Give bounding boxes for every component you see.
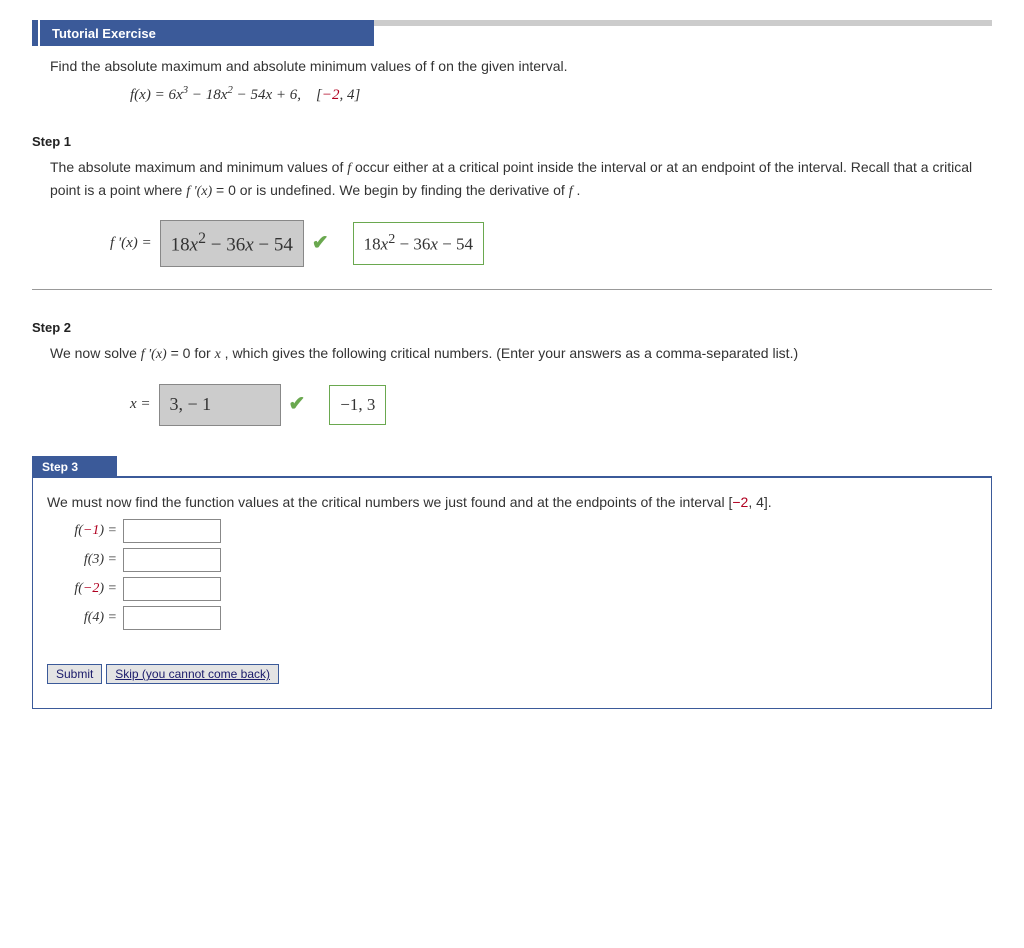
- function-value-row: f(3) =: [47, 548, 977, 572]
- step1-f-1: f: [347, 161, 351, 176]
- step1-fprime: f '(x): [186, 184, 212, 199]
- button-row: Submit Skip (you cannot come back): [47, 664, 977, 684]
- step1-lhs: f '(x) =: [110, 232, 152, 255]
- step2-answer-row: x = 3, − 1 ✔ −1, 3: [130, 384, 982, 426]
- check-icon: ✔: [312, 228, 329, 259]
- step2-label: Step 2: [32, 320, 992, 335]
- step2-text-1: We now solve: [50, 345, 141, 361]
- prompt-text: Find the absolute maximum and absolute m…: [50, 58, 982, 74]
- formula-part-1: f(x) = 6x: [130, 87, 183, 103]
- prompt-section: Find the absolute maximum and absolute m…: [50, 58, 982, 104]
- function-value-input[interactable]: [123, 548, 221, 572]
- prompt-formula: f(x) = 6x3 − 18x2 − 54x + 6, [−2, 4]: [130, 84, 982, 104]
- step2-text-3: , which gives the following critical num…: [225, 345, 798, 361]
- submit-button[interactable]: Submit: [47, 664, 102, 684]
- interval-open: [: [301, 87, 322, 103]
- formula-part-3: − 54x + 6,: [233, 87, 301, 103]
- step1-text-1: The absolute maximum and minimum values …: [50, 159, 347, 175]
- step2-correct-answer: −1, 3: [329, 385, 386, 425]
- exercise-header: Tutorial Exercise: [32, 20, 992, 46]
- step1-student-answer[interactable]: 18x2 − 36x − 54: [160, 220, 304, 267]
- step1-text-3: = 0 or is undefined. We begin by finding…: [216, 182, 569, 198]
- header-accent-bar: [32, 20, 38, 46]
- step2-lhs: x =: [130, 393, 151, 416]
- step3-header-line: [117, 476, 992, 478]
- function-value-rows: f(−1) = f(3) = f(−2) = f(4) =: [47, 519, 977, 630]
- step3-header-row: Step 3: [32, 456, 992, 478]
- step3-interval-neg: −2: [732, 494, 748, 510]
- function-value-input[interactable]: [123, 519, 221, 543]
- formula-part-2: − 18x: [188, 87, 227, 103]
- function-value-input[interactable]: [123, 606, 221, 630]
- divider-1: [32, 289, 992, 290]
- check-icon: ✔: [289, 389, 306, 420]
- skip-button[interactable]: Skip (you cannot come back): [106, 664, 279, 684]
- function-value-row: f(−1) =: [47, 519, 977, 543]
- step1-f-2: f: [569, 184, 573, 199]
- function-value-label: f(−1) =: [47, 523, 123, 539]
- step3-interval-rest: , 4].: [748, 494, 771, 510]
- function-value-row: f(−2) =: [47, 577, 977, 601]
- step2-text-2: = 0 for: [171, 345, 215, 361]
- step2-x: x: [215, 347, 221, 362]
- step3-text-1: We must now find the function values at …: [47, 494, 732, 510]
- function-value-label: f(4) =: [47, 610, 123, 626]
- step2-body: We now solve f '(x) = 0 for x , which gi…: [50, 343, 982, 426]
- function-value-label: f(−2) =: [47, 581, 123, 597]
- interval-neg: −2: [322, 87, 340, 103]
- step1-body: The absolute maximum and minimum values …: [50, 157, 982, 267]
- step2-student-answer[interactable]: 3, − 1: [159, 384, 281, 426]
- step3-frame: We must now find the function values at …: [32, 478, 992, 710]
- function-value-row: f(4) =: [47, 606, 977, 630]
- step1-correct-answer: 18x2 − 36x − 54: [353, 222, 484, 265]
- header-grey-bar: [374, 20, 992, 26]
- page-root: Tutorial Exercise Find the absolute maxi…: [32, 20, 992, 709]
- interval-rest: , 4]: [340, 87, 361, 103]
- function-value-input[interactable]: [123, 577, 221, 601]
- step1-label: Step 1: [32, 134, 992, 149]
- step1-answer-row: f '(x) = 18x2 − 36x − 54 ✔ 18x2 − 36x − …: [110, 220, 982, 267]
- step3-body: We must now find the function values at …: [47, 492, 977, 514]
- exercise-title: Tutorial Exercise: [40, 20, 374, 46]
- function-value-label: f(3) =: [47, 552, 123, 568]
- step1-text-4: .: [576, 182, 580, 198]
- step3-label: Step 3: [32, 456, 117, 478]
- step2-fprime: f '(x): [141, 347, 167, 362]
